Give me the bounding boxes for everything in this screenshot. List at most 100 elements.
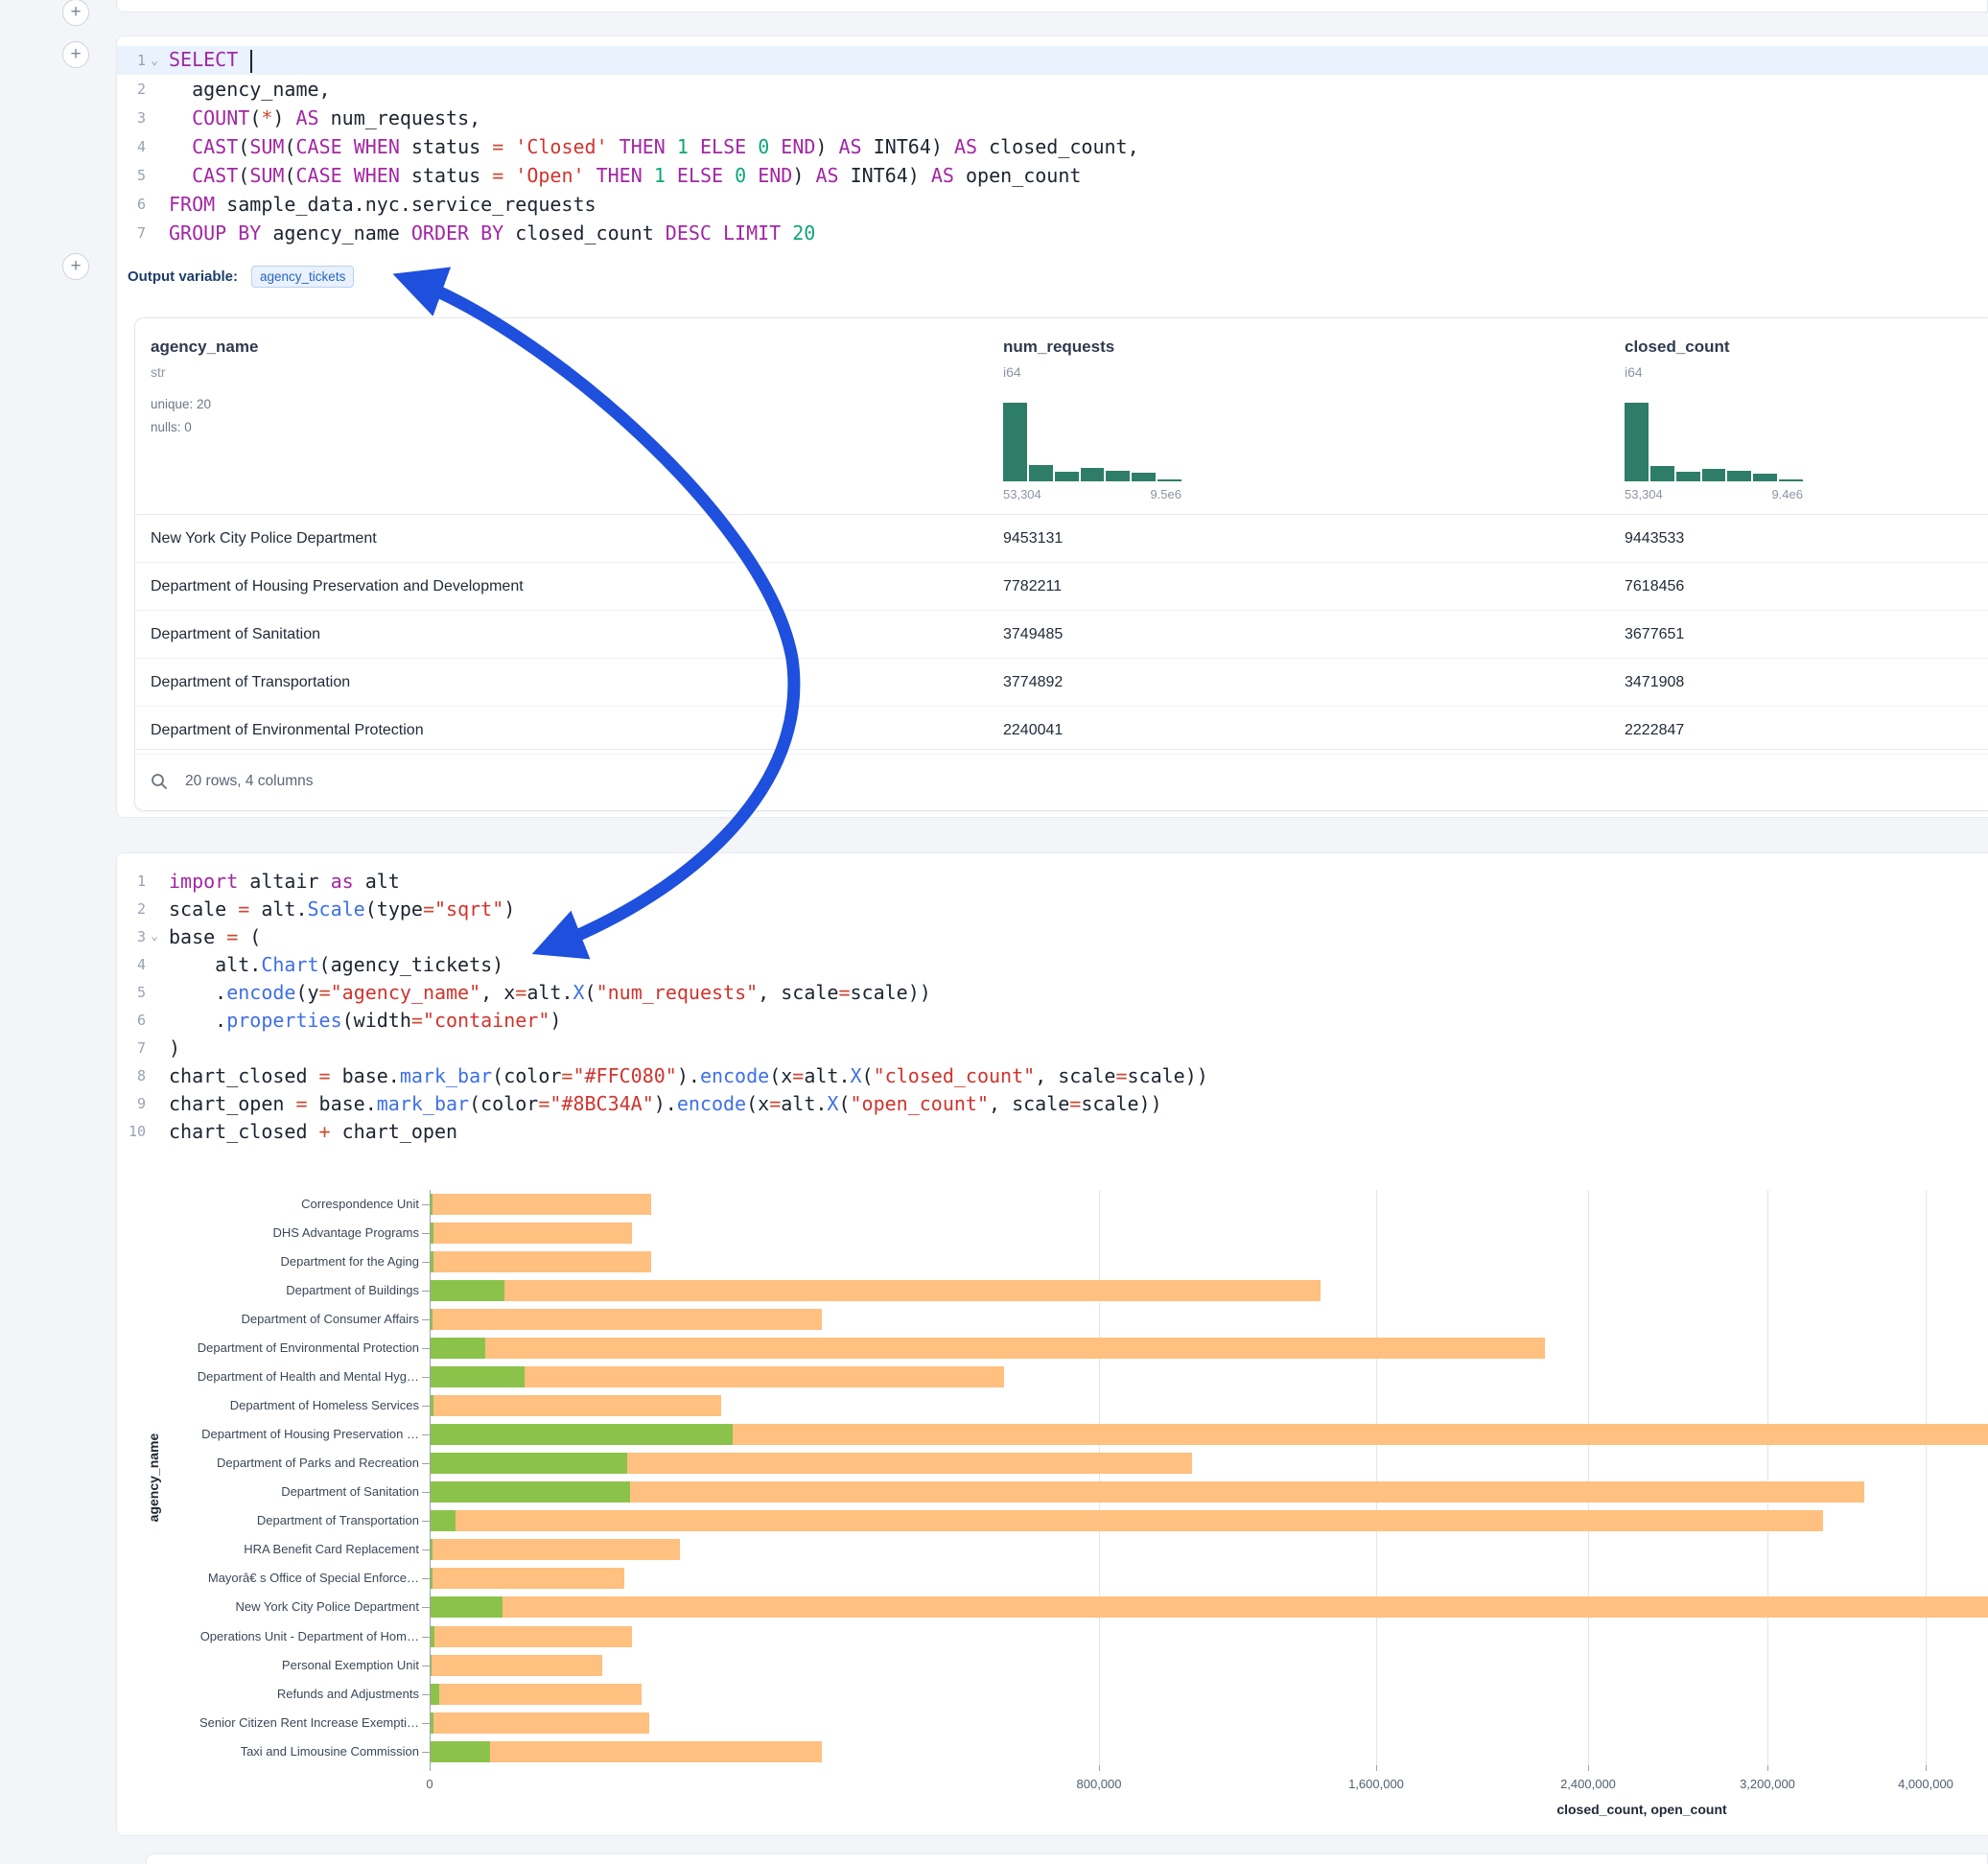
y-tick — [422, 1549, 430, 1550]
output-variable-label: Output variable: — [128, 268, 238, 285]
x-tick-label: 800,000 — [1041, 1777, 1157, 1791]
code-line[interactable]: 9chart_open = base.mark_bar(color="#8BC3… — [117, 1089, 1988, 1117]
line-number: 2 — [117, 81, 146, 98]
add-cell-button-top[interactable]: + — [62, 0, 89, 26]
code-line[interactable]: 2scale = alt.Scale(type="sqrt") — [117, 895, 1988, 922]
y-axis-label: Department of Health and Mental Hyg… — [117, 1369, 419, 1385]
histogram-bar — [1055, 472, 1079, 481]
table-cell: 3774892 — [1003, 674, 1063, 691]
y-tick — [422, 1723, 430, 1724]
code-line[interactable]: 2 agency_name, — [117, 75, 1988, 104]
num-requests-histogram — [1003, 403, 1181, 481]
fold-chevron-icon[interactable]: ⌄ — [146, 54, 163, 68]
code-line[interactable]: 10 chart_closed + chart_open — [117, 1117, 1988, 1145]
y-axis-label: Operations Unit - Department of Hom… — [117, 1629, 419, 1644]
bar-open_count — [430, 1741, 490, 1762]
output-variable-chip[interactable]: agency_tickets — [251, 266, 354, 288]
table-cell: New York City Police Department — [151, 530, 377, 548]
altair-bar-chart: agency_name closed_count, open_count 080… — [117, 1190, 1988, 1832]
code-text: scale = alt.Scale(type="sqrt") — [163, 897, 515, 920]
bar-closed_count — [430, 1395, 721, 1416]
bar-closed_count — [430, 1338, 1545, 1359]
code-line[interactable]: 3⌄base = ( — [117, 922, 1988, 950]
x-tick — [430, 1765, 431, 1771]
code-line[interactable]: 7GROUP BY agency_name ORDER BY closed_co… — [117, 219, 1988, 247]
next-cell-edge — [146, 1853, 1988, 1864]
histogram-bar — [1081, 468, 1105, 481]
bar-closed_count — [430, 1194, 651, 1215]
code-text: chart_closed + chart_open — [163, 1120, 457, 1143]
code-text: alt.Chart(agency_tickets) — [163, 953, 503, 976]
code-line[interactable]: 6 .properties(width="container") — [117, 1006, 1988, 1034]
line-number: 10 — [117, 1123, 146, 1140]
search-icon[interactable] — [151, 773, 168, 790]
bar-open_count — [430, 1684, 439, 1705]
column-meta-unique: unique: 20 — [151, 397, 211, 411]
code-line[interactable]: 3 COUNT(*) AS num_requests, — [117, 104, 1988, 132]
table-header: agency_name str unique: 20 nulls: 0 num_… — [135, 318, 1988, 514]
column-header-closed-count[interactable]: closed_count — [1625, 338, 1730, 357]
table-row: New York City Police Department 9453131 94… — [135, 515, 1988, 563]
y-tick — [422, 1752, 430, 1753]
bar-open_count — [430, 1366, 525, 1387]
histogram-bar — [1158, 479, 1181, 481]
table-cell: 9453131 — [1003, 530, 1063, 548]
table-cell: 3749485 — [1003, 626, 1063, 643]
bar-open_count — [430, 1453, 627, 1474]
bar-closed_count — [430, 1251, 651, 1272]
bar-open_count — [430, 1338, 485, 1359]
table-cell: 3471908 — [1625, 674, 1684, 691]
code-line[interactable]: 5 CAST(SUM(CASE WHEN status = 'Open' THE… — [117, 161, 1988, 190]
histogram-bar — [1753, 474, 1777, 481]
y-axis-label: Refunds and Adjustments — [117, 1687, 419, 1702]
code-text: CAST(SUM(CASE WHEN status = 'Open' THEN … — [163, 164, 1081, 187]
y-axis-line — [430, 1190, 431, 1765]
fold-chevron-icon[interactable]: ⌄ — [146, 929, 163, 944]
table-cell: Department of Sanitation — [151, 626, 320, 643]
table-row: Department of Housing Preservation and D… — [135, 563, 1988, 611]
y-tick — [422, 1204, 430, 1205]
y-axis-label: Department of Buildings — [117, 1283, 419, 1298]
code-line[interactable]: 1import altair as alt — [117, 867, 1988, 895]
y-tick — [422, 1637, 430, 1638]
x-tick — [1376, 1765, 1377, 1771]
y-tick — [422, 1406, 430, 1407]
bar-closed_count — [430, 1280, 1321, 1301]
code-text: GROUP BY agency_name ORDER BY closed_cou… — [163, 221, 815, 245]
code-line[interactable]: 1⌄SELECT — [117, 46, 1988, 75]
code-line[interactable]: 4 CAST(SUM(CASE WHEN status = 'Closed' T… — [117, 132, 1988, 161]
line-number: 3 — [117, 928, 146, 945]
gridline — [1588, 1190, 1589, 1765]
add-cell-button-sql[interactable]: + — [62, 41, 89, 68]
column-header-num-requests[interactable]: num_requests — [1003, 338, 1114, 357]
bar-closed_count — [430, 1309, 822, 1330]
y-axis-label: Correspondence Unit — [117, 1197, 419, 1212]
python-code-editor[interactable]: 1import altair as alt2scale = alt.Scale(… — [117, 867, 1988, 1145]
text-cursor — [250, 50, 252, 73]
code-line[interactable]: 8chart_closed = base.mark_bar(color="#FF… — [117, 1061, 1988, 1089]
code-line[interactable]: 5 .encode(y="agency_name", x=alt.X("num_… — [117, 978, 1988, 1006]
y-tick — [422, 1434, 430, 1435]
y-tick — [422, 1463, 430, 1464]
code-text: FROM sample_data.nyc.service_requests — [163, 193, 596, 216]
table-cell: 9443533 — [1625, 530, 1684, 548]
add-cell-button-output[interactable]: + — [62, 253, 89, 280]
histogram-bar — [1003, 403, 1027, 481]
bar-open_count — [430, 1280, 504, 1301]
x-tick-label: 3,200,000 — [1710, 1777, 1825, 1791]
y-axis-label: Department of Housing Preservation … — [117, 1427, 419, 1442]
x-tick — [1926, 1765, 1927, 1771]
code-line[interactable]: 7) — [117, 1034, 1988, 1061]
y-axis-label: HRA Benefit Card Replacement — [117, 1542, 419, 1557]
histogram-min-label: 53,304 — [1003, 487, 1041, 501]
y-tick — [422, 1521, 430, 1522]
code-line[interactable]: 4 alt.Chart(agency_tickets) — [117, 950, 1988, 978]
column-header-agency-name[interactable]: agency_name — [151, 338, 258, 357]
column-type-num-requests: i64 — [1003, 364, 1021, 380]
line-number: 5 — [117, 984, 146, 1001]
sql-code-editor[interactable]: 1⌄SELECT 2 agency_name,3 COUNT(*) AS num… — [117, 46, 1988, 247]
code-line[interactable]: 6FROM sample_data.nyc.service_requests — [117, 190, 1988, 219]
y-tick — [422, 1492, 430, 1493]
bar-open_count — [430, 1424, 733, 1445]
bar-closed_count — [430, 1481, 1864, 1503]
